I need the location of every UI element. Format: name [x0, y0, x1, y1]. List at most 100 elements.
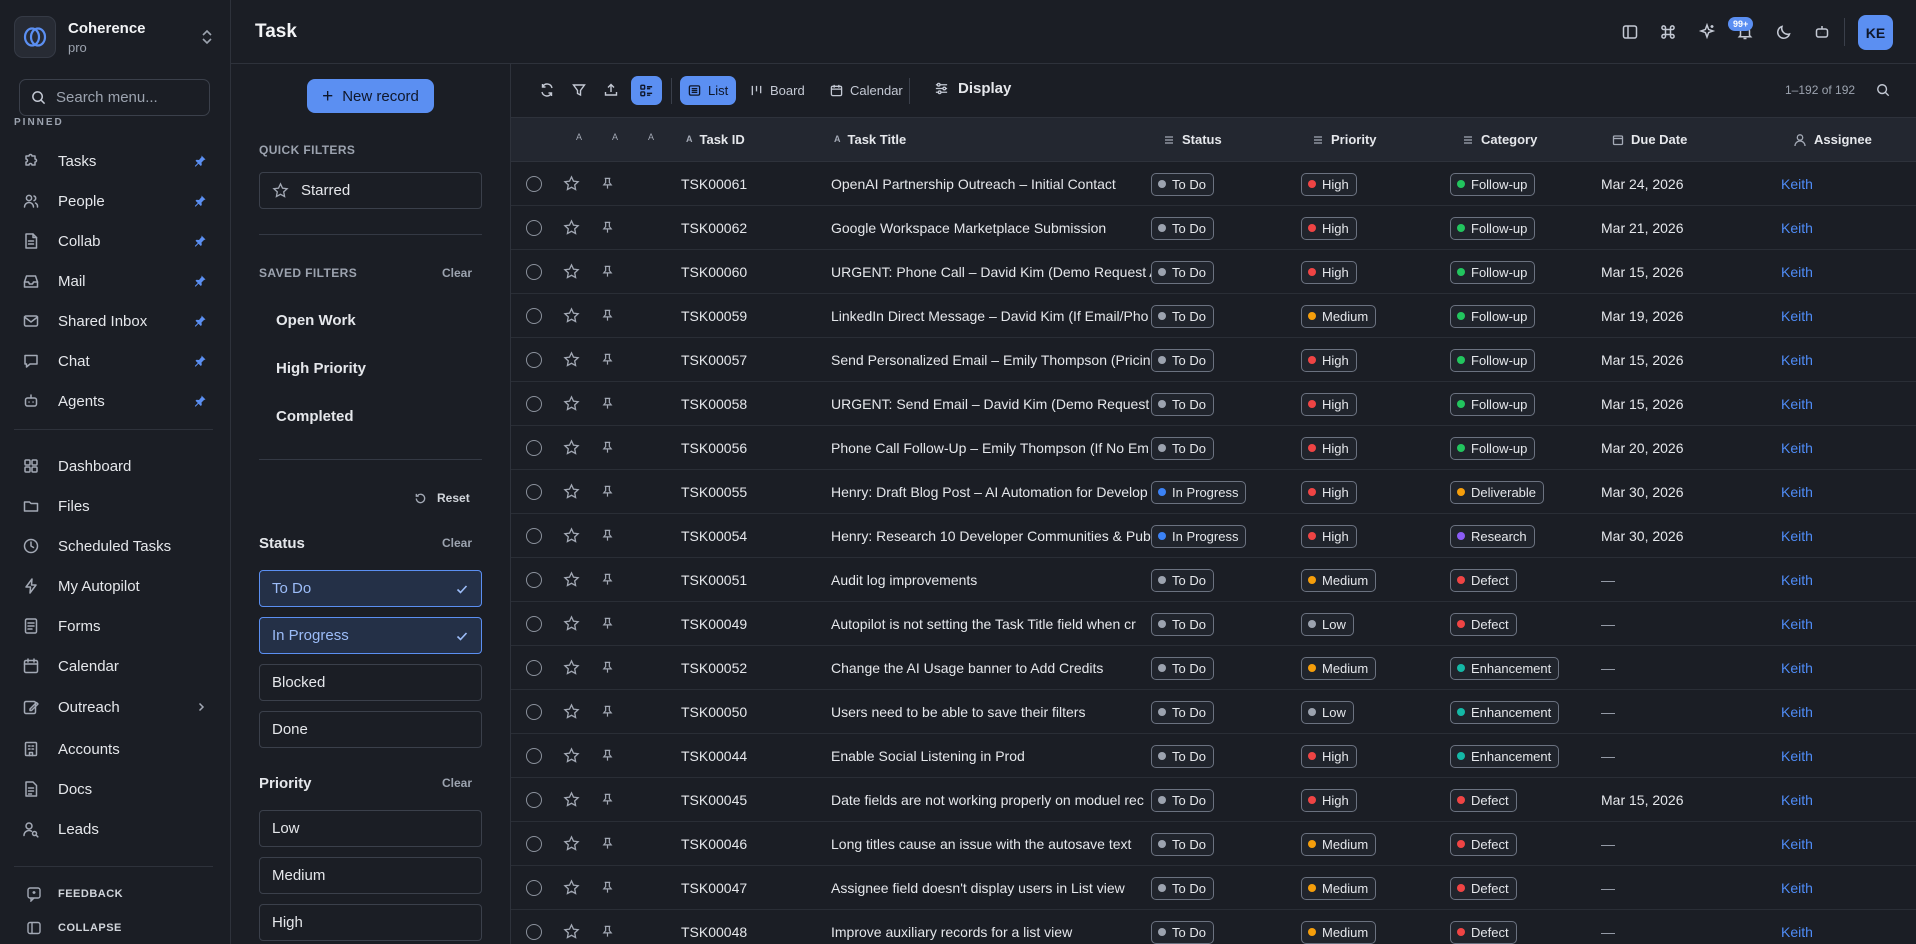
row-select-radio[interactable]	[526, 308, 542, 324]
column-header-status[interactable]: Status	[1163, 132, 1222, 147]
task-title-cell[interactable]: Send Personalized Email – Emily Thompson…	[831, 338, 1155, 382]
pin-icon[interactable]	[601, 485, 614, 498]
priority-cell[interactable]: High	[1301, 206, 1441, 250]
view-tab-list[interactable]: List	[680, 76, 737, 105]
priority-cell[interactable]: Medium	[1301, 558, 1441, 602]
category-cell[interactable]: Defect	[1450, 910, 1600, 944]
row-select-radio[interactable]	[526, 220, 542, 236]
priority-option-medium[interactable]: Medium	[259, 857, 482, 894]
category-cell[interactable]: Follow-up	[1450, 206, 1600, 250]
table-row[interactable]: TSK00059 LinkedIn Direct Message – David …	[511, 294, 1916, 338]
saved-filter-completed[interactable]: Completed	[276, 408, 354, 425]
saved-filter-open-work[interactable]: Open Work	[276, 312, 356, 329]
table-row[interactable]: TSK00046 Long titles cause an issue with …	[511, 822, 1916, 866]
assignee-cell[interactable]: Keith	[1781, 602, 1901, 646]
category-cell[interactable]: Deliverable	[1450, 470, 1600, 514]
table-row[interactable]: TSK00047 Assignee field doesn't display u…	[511, 866, 1916, 910]
bot-icon[interactable]	[1813, 23, 1831, 41]
task-title-cell[interactable]: Users need to be able to save their filt…	[831, 690, 1155, 734]
status-option-done[interactable]: Done	[259, 711, 482, 748]
priority-cell[interactable]: Medium	[1301, 910, 1441, 944]
workspace-switcher[interactable]: Coherence pro	[14, 15, 214, 59]
star-icon[interactable]	[563, 527, 580, 544]
assignee-cell[interactable]: Keith	[1781, 514, 1901, 558]
table-search-icon[interactable]	[1876, 83, 1890, 97]
pin-icon[interactable]	[601, 749, 614, 762]
row-select-radio[interactable]	[526, 748, 542, 764]
assignee-cell[interactable]: Keith	[1781, 250, 1901, 294]
column-header-category[interactable]: Category	[1462, 132, 1537, 147]
category-cell[interactable]: Defect	[1450, 866, 1600, 910]
assignee-cell[interactable]: Keith	[1781, 646, 1901, 690]
category-cell[interactable]: Follow-up	[1450, 250, 1600, 294]
star-icon[interactable]	[563, 923, 580, 940]
priority-cell[interactable]: High	[1301, 338, 1441, 382]
due-date-cell[interactable]: —	[1601, 602, 1771, 646]
status-option-blocked[interactable]: Blocked	[259, 664, 482, 701]
priority-clear-button[interactable]: Clear	[442, 776, 472, 790]
assignee-cell[interactable]: Keith	[1781, 470, 1901, 514]
column-header-assignee[interactable]: Assignee	[1793, 132, 1872, 147]
assignee-cell[interactable]: Keith	[1781, 558, 1901, 602]
assignee-cell[interactable]: Keith	[1781, 866, 1901, 910]
status-cell[interactable]: To Do	[1151, 646, 1291, 690]
sidebar-item-dashboard[interactable]: Dashboard	[22, 451, 207, 481]
pin-icon[interactable]	[601, 177, 614, 190]
row-select-radio[interactable]	[526, 880, 542, 896]
table-row[interactable]: TSK00045 Date fields are not working prop…	[511, 778, 1916, 822]
assignee-cell[interactable]: Keith	[1781, 822, 1901, 866]
table-row[interactable]: TSK00058 URGENT: Send Email – David Kim (…	[511, 382, 1916, 426]
status-cell[interactable]: To Do	[1151, 734, 1291, 778]
due-date-cell[interactable]: Mar 19, 2026	[1601, 294, 1771, 338]
pin-icon[interactable]	[601, 529, 614, 542]
star-icon[interactable]	[563, 439, 580, 456]
pin-icon[interactable]	[601, 661, 614, 674]
column-header-priority[interactable]: Priority	[1312, 132, 1377, 147]
search-menu-input[interactable]: Search menu...	[19, 79, 210, 116]
due-date-cell[interactable]: —	[1601, 822, 1771, 866]
task-title-cell[interactable]: Long titles cause an issue with the auto…	[831, 822, 1155, 866]
sidebar-item-my-autopilot[interactable]: My Autopilot	[22, 571, 207, 601]
due-date-cell[interactable]: Mar 20, 2026	[1601, 426, 1771, 470]
sidebar-item-mail[interactable]: Mail	[22, 266, 207, 296]
assignee-cell[interactable]: Keith	[1781, 162, 1901, 206]
priority-cell[interactable]: Medium	[1301, 822, 1441, 866]
row-select-radio[interactable]	[526, 924, 542, 940]
saved-filters-clear-button[interactable]: Clear	[442, 266, 472, 280]
star-icon[interactable]	[563, 307, 580, 324]
row-select-radio[interactable]	[526, 616, 542, 632]
status-cell[interactable]: To Do	[1151, 426, 1291, 470]
category-cell[interactable]: Enhancement	[1450, 690, 1600, 734]
star-icon[interactable]	[563, 879, 580, 896]
table-row[interactable]: TSK00052 Change the AI Usage banner to Ad…	[511, 646, 1916, 690]
view-tab-board[interactable]: Board	[742, 76, 813, 105]
priority-cell[interactable]: Medium	[1301, 294, 1441, 338]
category-cell[interactable]: Follow-up	[1450, 426, 1600, 470]
column-header-task-title[interactable]: A Task Title	[834, 132, 906, 147]
sidebar-item-shared-inbox[interactable]: Shared Inbox	[22, 306, 207, 336]
priority-cell[interactable]: Low	[1301, 602, 1441, 646]
star-icon[interactable]	[563, 263, 580, 280]
sidebar-item-leads[interactable]: Leads	[22, 814, 207, 844]
table-row[interactable]: TSK00050 Users need to be able to save th…	[511, 690, 1916, 734]
task-title-cell[interactable]: Phone Call Follow-Up – Emily Thompson (I…	[831, 426, 1155, 470]
star-icon[interactable]	[563, 175, 580, 192]
column-header-task-id[interactable]: A Task ID	[686, 132, 745, 147]
due-date-cell[interactable]: Mar 15, 2026	[1601, 250, 1771, 294]
moon-icon[interactable]	[1775, 23, 1793, 41]
table-row[interactable]: TSK00061 OpenAI Partnership Outreach – In…	[511, 162, 1916, 206]
sidebar-item-collab[interactable]: Collab	[22, 226, 207, 256]
category-cell[interactable]: Defect	[1450, 602, 1600, 646]
pin-icon[interactable]	[601, 793, 614, 806]
row-select-radio[interactable]	[526, 264, 542, 280]
task-title-cell[interactable]: URGENT: Phone Call – David Kim (Demo Req…	[831, 250, 1155, 294]
due-date-cell[interactable]: —	[1601, 866, 1771, 910]
due-date-cell[interactable]: Mar 15, 2026	[1601, 338, 1771, 382]
row-select-radio[interactable]	[526, 792, 542, 808]
assignee-cell[interactable]: Keith	[1781, 294, 1901, 338]
filter-panel-toggle-button[interactable]	[631, 76, 662, 105]
star-icon[interactable]	[563, 659, 580, 676]
priority-cell[interactable]: Medium	[1301, 866, 1441, 910]
status-cell[interactable]: To Do	[1151, 690, 1291, 734]
table-row[interactable]: TSK00054 Henry: Research 10 Developer Com…	[511, 514, 1916, 558]
